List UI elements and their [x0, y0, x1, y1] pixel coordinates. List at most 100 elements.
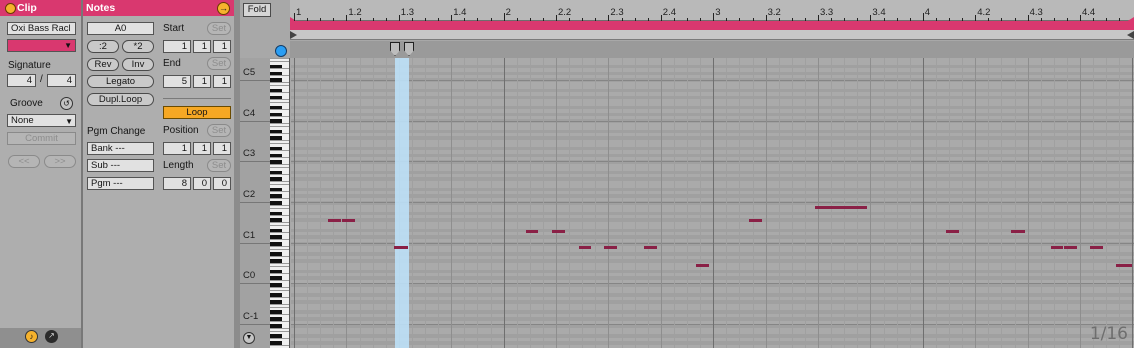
midi-note[interactable] [946, 230, 959, 233]
position-sixteenth[interactable]: 1 [213, 142, 231, 155]
white-key-divider [270, 122, 289, 124]
grid-resolution-label[interactable]: 1/16 [1090, 324, 1128, 344]
previous-clip-button[interactable]: << [8, 155, 40, 168]
start-marker-icon[interactable] [290, 31, 297, 39]
selection-playhead [395, 58, 409, 348]
grid-column-line [425, 58, 426, 348]
white-key-divider [270, 327, 289, 329]
bank-field[interactable]: Bank --- [87, 142, 154, 155]
length-beats[interactable]: 0 [193, 177, 211, 190]
note-grid[interactable] [291, 58, 1134, 348]
grid-column-line [660, 58, 662, 348]
midi-note[interactable] [342, 219, 355, 222]
preview-switch-icon[interactable] [275, 45, 287, 57]
midi-note[interactable] [579, 246, 591, 249]
midi-note[interactable] [328, 219, 341, 222]
position-bar[interactable]: 1 [163, 142, 191, 155]
ruler-minor-tick [896, 18, 898, 21]
end-marker-icon[interactable] [1127, 31, 1134, 39]
ruler-minor-tick [1066, 18, 1068, 21]
end-beat[interactable]: 1 [193, 75, 211, 88]
signature-numerator[interactable]: 4 [7, 74, 36, 87]
midi-note[interactable] [1090, 246, 1103, 249]
midi-note[interactable] [644, 246, 657, 249]
ruler-tick [556, 15, 557, 21]
envelope-icon[interactable]: ↗ [45, 330, 58, 343]
grid-column-line [556, 58, 557, 348]
duplicate-loop-button[interactable]: Dupl.Loop [87, 93, 154, 106]
grid-column-line [320, 58, 322, 348]
midi-note[interactable] [1011, 230, 1025, 233]
ruler-tick [503, 13, 505, 21]
scroll-down-icon[interactable]: ▼ [243, 332, 255, 344]
ruler-minor-tick [464, 18, 466, 21]
pitch-field[interactable]: A0 [87, 22, 154, 35]
midi-note[interactable] [696, 264, 709, 267]
expand-icon[interactable]: → [217, 2, 230, 15]
program-field[interactable]: Pgm --- [87, 177, 154, 190]
groove-dropdown[interactable]: None ▼ [7, 114, 76, 127]
reverse-button[interactable]: Rev [87, 58, 119, 71]
midi-note[interactable] [604, 246, 617, 249]
end-sixteenth[interactable]: 1 [213, 75, 231, 88]
clip-name-field[interactable]: Oxi Bass Racl [7, 22, 76, 35]
ruler-tick [451, 15, 453, 21]
loop-end-marker-icon[interactable] [1126, 17, 1134, 27]
ruler-minor-tick [831, 18, 833, 21]
midi-note[interactable] [749, 219, 762, 222]
midi-note[interactable] [1116, 264, 1132, 267]
loop-brace[interactable] [290, 21, 1134, 30]
midi-note[interactable] [526, 230, 538, 233]
double-button[interactable]: *2 [122, 40, 154, 53]
length-sixteenths[interactable]: 0 [213, 177, 231, 190]
legato-button[interactable]: Legato [87, 75, 154, 88]
audio-clip-icon[interactable]: ♪ [25, 330, 38, 343]
halve-button[interactable]: :2 [87, 40, 119, 53]
next-clip-button[interactable]: >> [44, 155, 76, 168]
white-key-divider [270, 313, 289, 315]
end-bar[interactable]: 5 [163, 75, 191, 88]
ruler-minor-tick [634, 18, 636, 21]
clip-activator-icon[interactable] [5, 3, 16, 14]
clip-panel: Clip Oxi Bass Racl ▼ Signature 4 / 4 Gro… [0, 0, 81, 348]
position-set-button[interactable]: Set [207, 124, 231, 137]
ruler-minor-tick [307, 18, 309, 21]
length-bars[interactable]: 8 [163, 177, 191, 190]
ruler-label: 2.2 [558, 7, 572, 18]
ruler-minor-tick [700, 18, 702, 21]
start-beat[interactable]: 1 [193, 40, 211, 53]
position-beat[interactable]: 1 [193, 142, 211, 155]
midi-note[interactable] [1051, 246, 1063, 249]
ruler-tick [1080, 15, 1081, 21]
grid-column-line [752, 58, 754, 348]
length-set-button[interactable]: Set [207, 159, 231, 172]
signature-denominator[interactable]: 4 [47, 74, 76, 87]
groove-hot-swap-icon[interactable]: ↺ [60, 97, 73, 110]
octave-label: C5 [243, 67, 256, 78]
sub-bank-field[interactable]: Sub --- [87, 159, 154, 172]
ruler-minor-tick [844, 18, 846, 21]
piano-keyboard[interactable] [270, 58, 290, 348]
end-set-button[interactable]: Set [207, 57, 231, 70]
clip-color-dropdown[interactable]: ▼ [7, 39, 76, 52]
invert-button[interactable]: Inv [122, 58, 154, 71]
start-set-button[interactable]: Set [207, 22, 231, 35]
grid-column-line [516, 58, 518, 348]
pgm-change-label: Pgm Change [87, 126, 146, 137]
commit-button[interactable]: Commit [7, 132, 76, 145]
marker-lane[interactable] [290, 30, 1134, 40]
loop-button[interactable]: Loop [163, 106, 231, 119]
midi-note[interactable] [552, 230, 565, 233]
fold-button[interactable]: Fold [243, 3, 271, 17]
ruler-label: 4.2 [977, 7, 991, 18]
beat-ruler[interactable] [290, 0, 1134, 21]
midi-note[interactable] [394, 246, 408, 249]
ruler-label: 1.4 [453, 7, 467, 18]
start-sixteenth[interactable]: 1 [213, 40, 231, 53]
white-key-divider [270, 116, 289, 117]
end-label: End [163, 58, 181, 69]
start-bar[interactable]: 1 [163, 40, 191, 53]
midi-note[interactable] [815, 206, 867, 209]
octave-label: C-1 [243, 311, 259, 322]
midi-note[interactable] [1064, 246, 1077, 249]
